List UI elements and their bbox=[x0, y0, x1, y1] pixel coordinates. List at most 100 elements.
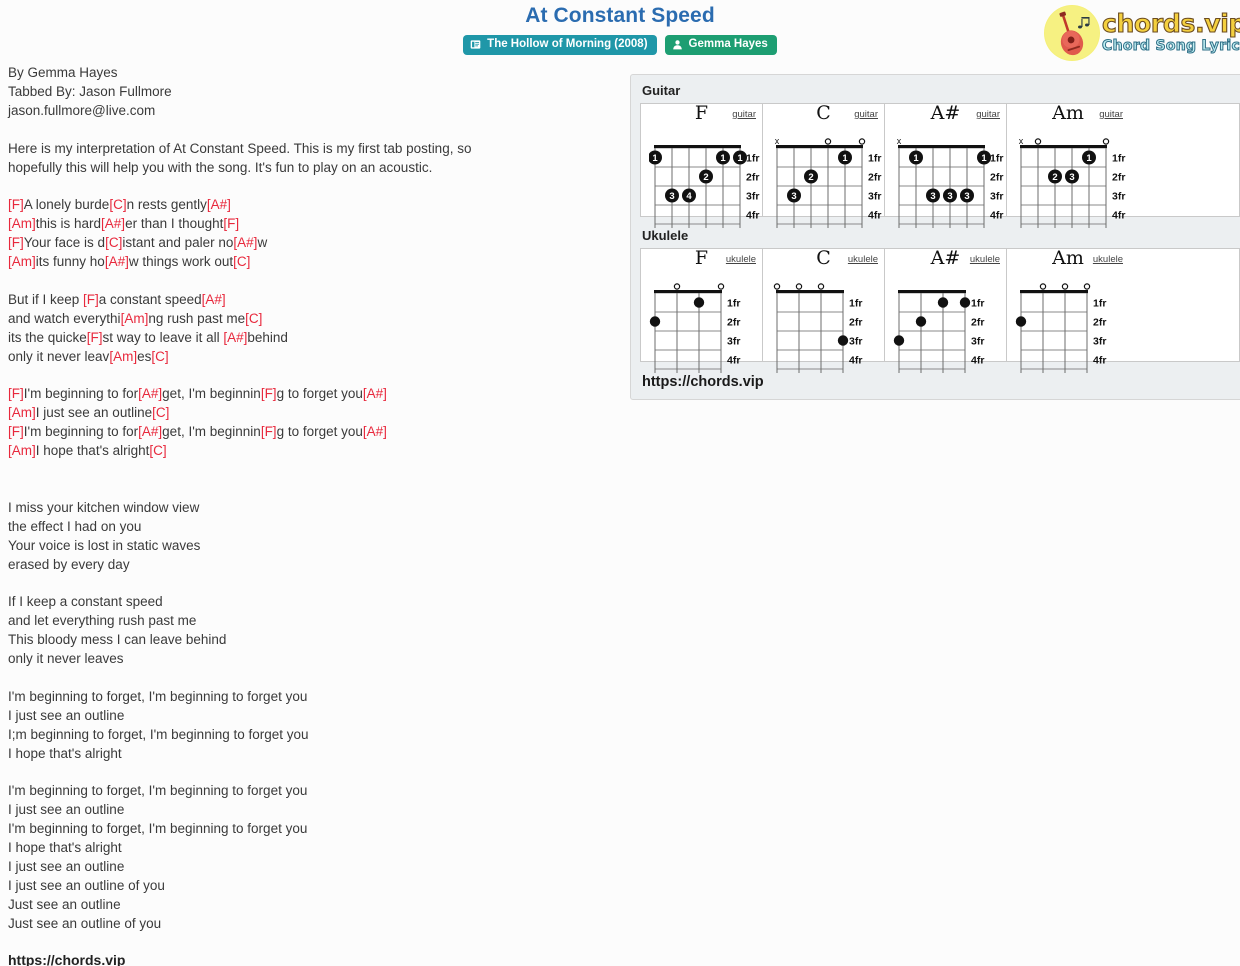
svg-text:1fr: 1fr bbox=[746, 153, 759, 165]
svg-text:x: x bbox=[897, 136, 902, 146]
chord-marker[interactable]: [Am] bbox=[8, 254, 36, 269]
chord-instrument-link[interactable]: ukulele bbox=[848, 254, 878, 265]
chord-instrument-link[interactable]: guitar bbox=[854, 109, 878, 120]
artist-badge[interactable]: Gemma Hayes bbox=[664, 35, 777, 55]
svg-text:2fr: 2fr bbox=[727, 317, 740, 329]
lyrics-column: By Gemma Hayes Tabbed By: Jason Fullmore… bbox=[8, 64, 620, 966]
svg-text:3: 3 bbox=[947, 191, 952, 202]
site-logo[interactable]: chords.vip Chord Song Lyric bbox=[1044, 4, 1240, 62]
chord-marker[interactable]: [Am] bbox=[109, 349, 137, 364]
chord-marker[interactable]: [C] bbox=[245, 311, 262, 326]
svg-text:3fr: 3fr bbox=[1093, 336, 1106, 348]
svg-text:1: 1 bbox=[1086, 153, 1092, 164]
chord-marker[interactable]: [A#] bbox=[202, 292, 226, 307]
svg-text:2fr: 2fr bbox=[990, 172, 1003, 184]
svg-text:4fr: 4fr bbox=[746, 210, 759, 222]
chord-marker[interactable]: [Am] bbox=[121, 311, 149, 326]
svg-text:x: x bbox=[775, 136, 780, 146]
chord-marker[interactable]: [A#] bbox=[207, 197, 231, 212]
chord-marker[interactable]: [F] bbox=[261, 386, 277, 401]
svg-text:3: 3 bbox=[1069, 172, 1074, 183]
chord-marker[interactable]: [C] bbox=[233, 254, 250, 269]
chord-marker[interactable]: [A#] bbox=[363, 386, 387, 401]
guitar-icon bbox=[1044, 5, 1100, 61]
chord-marker[interactable]: [C] bbox=[151, 349, 168, 364]
chord-instrument-link[interactable]: ukulele bbox=[726, 254, 756, 265]
chord-marker[interactable]: [A#] bbox=[105, 254, 129, 269]
chord-marker[interactable]: [C] bbox=[105, 235, 122, 250]
logo-main-text: chords.vip bbox=[1101, 9, 1240, 39]
svg-text:4fr: 4fr bbox=[868, 210, 881, 222]
chord-diagram: 1fr 2fr 3fr 4fr bbox=[1015, 283, 1106, 373]
ukulele-chord-row: Fukulele 1fr 2fr 3fr 4fr Cukulele 1fr 2fr 3fr 4fr… bbox=[640, 248, 1240, 373]
chord-instrument-link[interactable]: guitar bbox=[732, 109, 756, 120]
chord-marker[interactable]: [F] bbox=[83, 292, 99, 307]
svg-text:4fr: 4fr bbox=[1112, 210, 1125, 222]
svg-text:1: 1 bbox=[720, 153, 726, 164]
chord-card-ukulele-Asharp[interactable]: A# ukulele 1fr 2fr 3fr 4fr bbox=[885, 248, 1007, 373]
chord-instrument-link[interactable]: guitar bbox=[976, 109, 1000, 120]
page-header: At Constant Speed The Hollow of Morning … bbox=[0, 0, 1240, 64]
chord-card-ukulele-F[interactable]: Fukulele 1fr 2fr 3fr 4fr bbox=[641, 248, 763, 373]
chord-marker[interactable]: [A#] bbox=[138, 424, 162, 439]
lyrics-text: By Gemma Hayes Tabbed By: Jason Fullmore… bbox=[8, 65, 472, 931]
svg-text:3: 3 bbox=[791, 191, 796, 202]
svg-text:2fr: 2fr bbox=[746, 172, 759, 184]
svg-text:2fr: 2fr bbox=[1093, 317, 1106, 329]
chord-marker[interactable]: [F] bbox=[8, 235, 24, 250]
chord-diagram: 1fr 2fr 3fr 4fr bbox=[773, 283, 862, 373]
chord-marker[interactable]: [A#] bbox=[233, 235, 257, 250]
chord-marker[interactable]: [F] bbox=[87, 330, 103, 345]
svg-text:4fr: 4fr bbox=[849, 355, 862, 367]
chord-card-ukulele-C[interactable]: Cukulele 1fr 2fr 3fr 4fr bbox=[763, 248, 885, 373]
chord-marker[interactable]: [A#] bbox=[363, 424, 387, 439]
chord-marker[interactable]: [F] bbox=[223, 216, 239, 231]
svg-text:1fr: 1fr bbox=[1112, 153, 1125, 165]
svg-text:3fr: 3fr bbox=[990, 191, 1003, 203]
chord-card-guitar-Am[interactable]: Am guitar x 1fr 2fr 3fr 4fr 1 2 3 bbox=[1007, 103, 1129, 228]
svg-text:3fr: 3fr bbox=[849, 336, 862, 348]
logo-sub-text: Chord Song Lyric bbox=[1101, 38, 1240, 55]
guitar-heading: Guitar bbox=[642, 83, 681, 98]
chord-marker[interactable]: [A#] bbox=[223, 330, 247, 345]
chord-diagram: 1fr 2fr 3fr 4fr bbox=[893, 290, 984, 373]
chord-column: Guitar Fguitar 1fr 2fr 3fr 4fr 1 1 1 2 3 4 Cguitar x… bbox=[620, 64, 1240, 400]
svg-text:1: 1 bbox=[652, 153, 658, 164]
chord-marker[interactable]: [F] bbox=[8, 424, 24, 439]
svg-text:1fr: 1fr bbox=[990, 153, 1003, 165]
chord-marker[interactable]: [F] bbox=[8, 197, 24, 212]
album-badge[interactable]: The Hollow of Morning (2008) bbox=[463, 35, 657, 55]
chord-instrument-link[interactable]: ukulele bbox=[1093, 254, 1123, 265]
svg-text:1: 1 bbox=[913, 153, 919, 164]
chord-card-guitar-Asharp[interactable]: A# guitar x 1fr 2fr 3fr 4fr 1 1 3 3 3 bbox=[885, 103, 1007, 228]
person-icon bbox=[672, 39, 683, 50]
svg-text:4fr: 4fr bbox=[971, 355, 984, 367]
svg-text:1: 1 bbox=[981, 153, 987, 164]
chord-marker[interactable]: [A#] bbox=[101, 216, 125, 231]
chord-instrument-link[interactable]: guitar bbox=[1099, 109, 1123, 120]
svg-text:2fr: 2fr bbox=[849, 317, 862, 329]
album-badge-label: The Hollow of Morning (2008) bbox=[487, 38, 648, 50]
chord-marker[interactable]: [C] bbox=[109, 197, 126, 212]
svg-text:1fr: 1fr bbox=[727, 298, 740, 310]
svg-text:2: 2 bbox=[1052, 172, 1057, 183]
chord-card-ukulele-Am[interactable]: Am ukulele 1fr 2fr 3fr 4fr bbox=[1007, 248, 1129, 373]
chord-marker[interactable]: [Am] bbox=[8, 405, 36, 420]
chord-panel: Guitar Fguitar 1fr 2fr 3fr 4fr 1 1 1 2 3 4 Cguitar x… bbox=[630, 74, 1240, 400]
chord-marker[interactable]: [F] bbox=[8, 386, 24, 401]
lyrics-footer-url[interactable]: https://chords.vip bbox=[8, 952, 620, 966]
chord-marker[interactable]: [C] bbox=[152, 405, 169, 420]
chord-instrument-link[interactable]: ukulele bbox=[970, 254, 1000, 265]
svg-text:3fr: 3fr bbox=[1112, 191, 1125, 203]
chord-marker[interactable]: [A#] bbox=[138, 386, 162, 401]
chord-card-guitar-C[interactable]: Cguitar x 1fr 2fr 3fr 4fr 1 2 3 bbox=[763, 103, 885, 228]
chord-card-guitar-F[interactable]: Fguitar 1fr 2fr 3fr 4fr 1 1 1 2 3 4 bbox=[641, 103, 763, 228]
svg-text:3fr: 3fr bbox=[727, 336, 740, 348]
chord-marker[interactable]: [Am] bbox=[8, 216, 36, 231]
chord-marker[interactable]: [Am] bbox=[8, 443, 36, 458]
album-icon bbox=[470, 39, 481, 50]
svg-text:3fr: 3fr bbox=[971, 336, 984, 348]
svg-text:4fr: 4fr bbox=[1093, 355, 1106, 367]
chord-marker[interactable]: [F] bbox=[261, 424, 277, 439]
chord-marker[interactable]: [C] bbox=[149, 443, 166, 458]
